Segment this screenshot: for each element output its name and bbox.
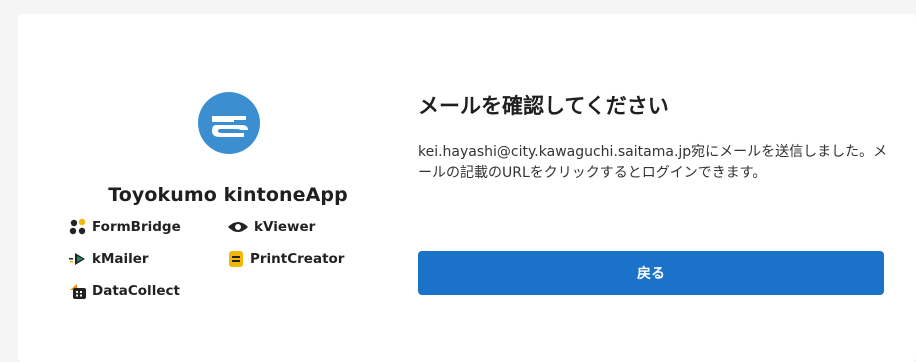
confirmation-card: Toyokumo kintoneApp FormBridge kViewer k… [18,14,916,362]
product-kmailer: kMailer [68,250,149,268]
page-title: メールを確認してください [418,94,669,118]
product-label: kMailer [92,251,149,267]
product-printcreator: PrintCreator [226,250,344,268]
back-button[interactable]: 戻る [418,251,884,295]
brand-title: Toyokumo kintoneApp [108,184,348,206]
product-kviewer: kViewer [226,218,315,236]
product-datacollect: DataCollect [68,282,180,300]
datacollect-icon [68,282,88,300]
product-label: DataCollect [92,283,180,299]
product-formbridge: FormBridge [68,218,181,236]
product-label: kViewer [254,219,316,235]
kviewer-eye-icon [226,218,250,236]
formbridge-icon [68,218,88,236]
product-label: FormBridge [92,219,181,235]
page: Toyokumo kintoneApp FormBridge kViewer k… [0,0,916,362]
confirmation-message: kei.hayashi@city.kawaguchi.saitama.jp宛にメ… [418,144,888,181]
product-label: PrintCreator [250,251,345,267]
printcreator-icon [226,250,246,268]
toyokumo-logo-icon [198,92,260,154]
kmailer-icon [68,250,88,268]
